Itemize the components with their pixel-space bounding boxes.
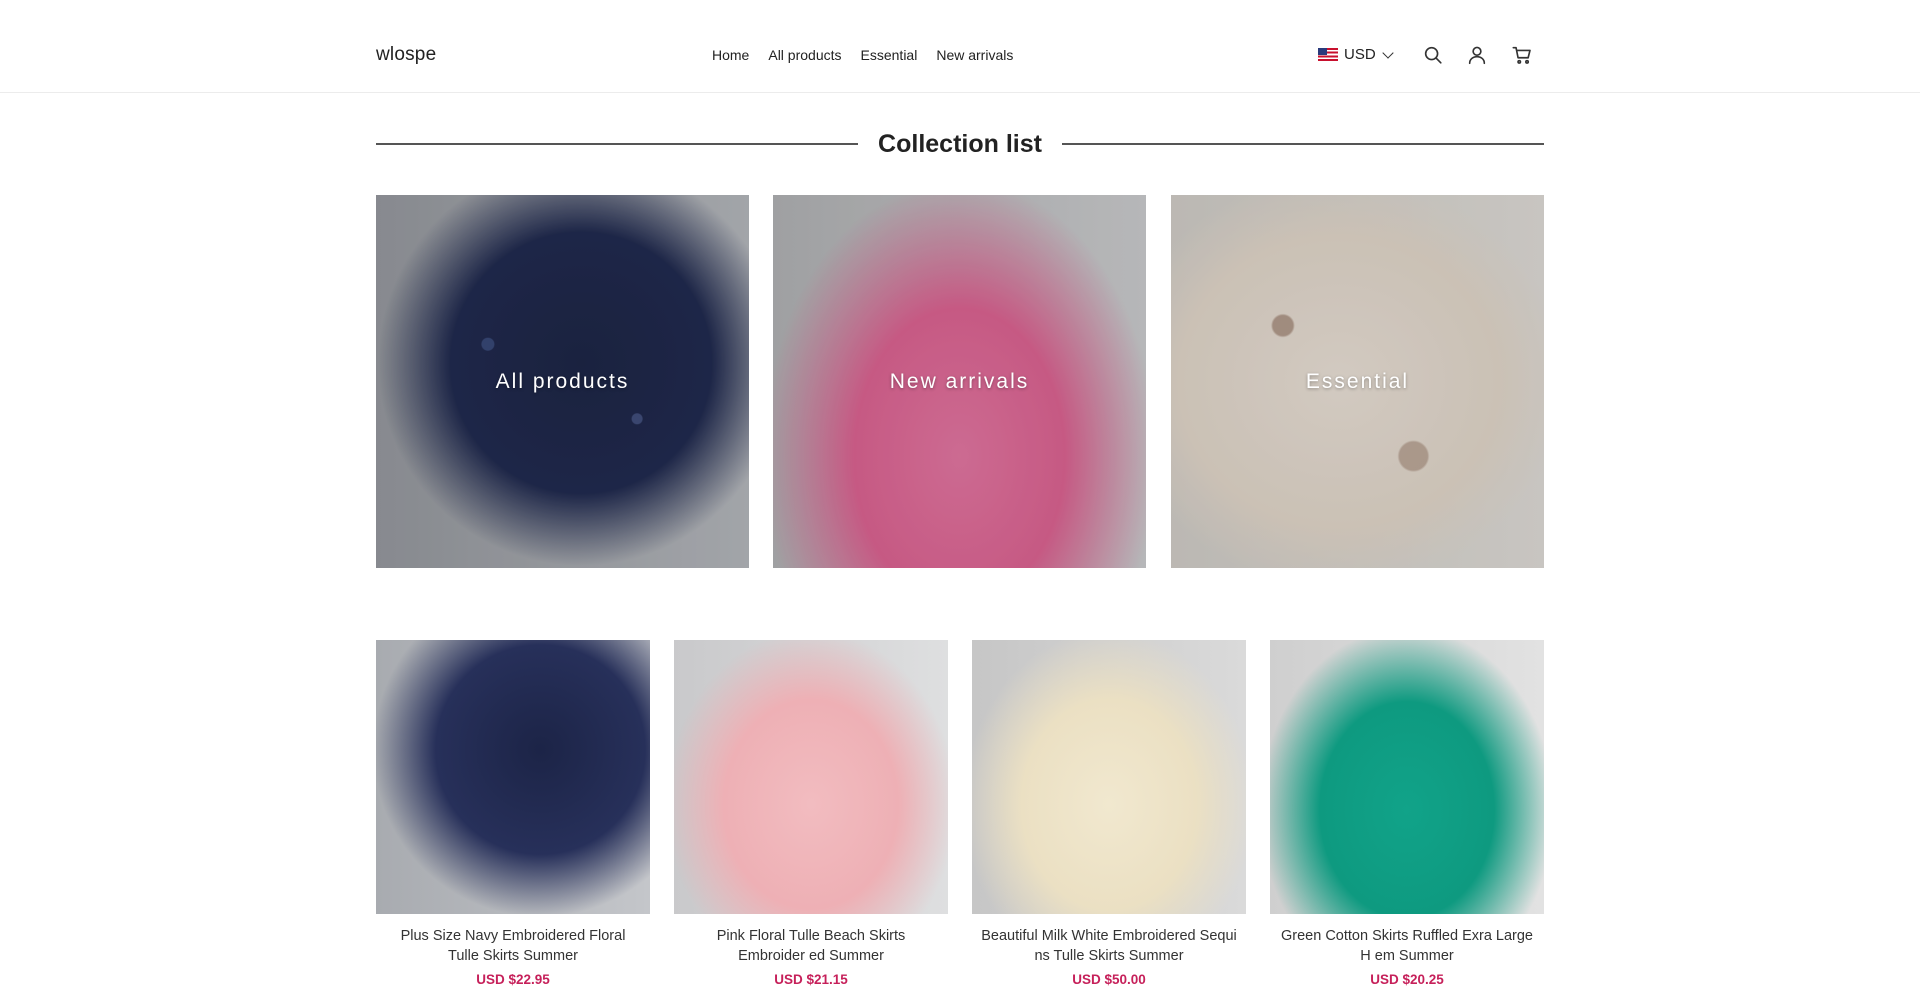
product-title[interactable]: Green Cotton Skirts Ruffled Exra Large H… bbox=[1270, 926, 1544, 966]
collection-label: New arrivals bbox=[889, 369, 1030, 393]
collection-label: Essential bbox=[1305, 369, 1410, 393]
product-price: USD $21.15 bbox=[774, 972, 848, 987]
product-price: USD $22.95 bbox=[476, 972, 550, 987]
section-title: Collection list bbox=[878, 129, 1042, 158]
nav-new-arrivals[interactable]: New arrivals bbox=[936, 47, 1013, 63]
chevron-down-icon bbox=[1382, 46, 1394, 59]
product-title[interactable]: Plus Size Navy Embroidered Floral Tulle … bbox=[376, 926, 650, 966]
product-image[interactable] bbox=[376, 640, 650, 914]
product-card[interactable]: Pink Floral Tulle Beach Skirts Embroider… bbox=[674, 640, 948, 987]
product-card[interactable]: Plus Size Navy Embroidered Floral Tulle … bbox=[376, 640, 650, 987]
search-icon[interactable] bbox=[1422, 44, 1444, 66]
cart-icon[interactable] bbox=[1511, 44, 1533, 66]
collection-list-heading: Collection list bbox=[376, 128, 1544, 160]
currency-label: USD bbox=[1344, 46, 1376, 63]
collection-card-essential[interactable]: Essential bbox=[1171, 195, 1544, 568]
currency-selector[interactable]: USD bbox=[1318, 46, 1394, 63]
account-icon[interactable] bbox=[1466, 44, 1488, 66]
product-image[interactable] bbox=[972, 640, 1246, 914]
main-nav: Home All products Essential New arrivals bbox=[712, 47, 1013, 63]
collection-card-all-products[interactable]: All products bbox=[376, 195, 749, 568]
divider-right bbox=[1061, 143, 1544, 145]
product-image[interactable] bbox=[1270, 640, 1544, 914]
nav-home[interactable]: Home bbox=[712, 47, 749, 63]
product-price: USD $20.25 bbox=[1370, 972, 1444, 987]
collection-card-new-arrivals[interactable]: New arrivals bbox=[773, 195, 1146, 568]
store-logo[interactable]: wlospe bbox=[376, 44, 436, 66]
site-header: wlospe Home All products Essential New a… bbox=[0, 0, 1920, 93]
collection-label: All products bbox=[495, 369, 630, 393]
product-image[interactable] bbox=[674, 640, 948, 914]
product-card[interactable]: Beautiful Milk White Embroidered Sequi n… bbox=[972, 640, 1246, 987]
divider-left bbox=[376, 143, 859, 145]
nav-essential[interactable]: Essential bbox=[861, 47, 918, 63]
product-card[interactable]: Green Cotton Skirts Ruffled Exra Large H… bbox=[1270, 640, 1544, 987]
nav-all-products[interactable]: All products bbox=[768, 47, 841, 63]
product-title[interactable]: Pink Floral Tulle Beach Skirts Embroider… bbox=[674, 926, 948, 966]
product-title[interactable]: Beautiful Milk White Embroidered Sequi n… bbox=[972, 926, 1246, 966]
us-flag-icon bbox=[1318, 48, 1338, 61]
product-price: USD $50.00 bbox=[1072, 972, 1146, 987]
